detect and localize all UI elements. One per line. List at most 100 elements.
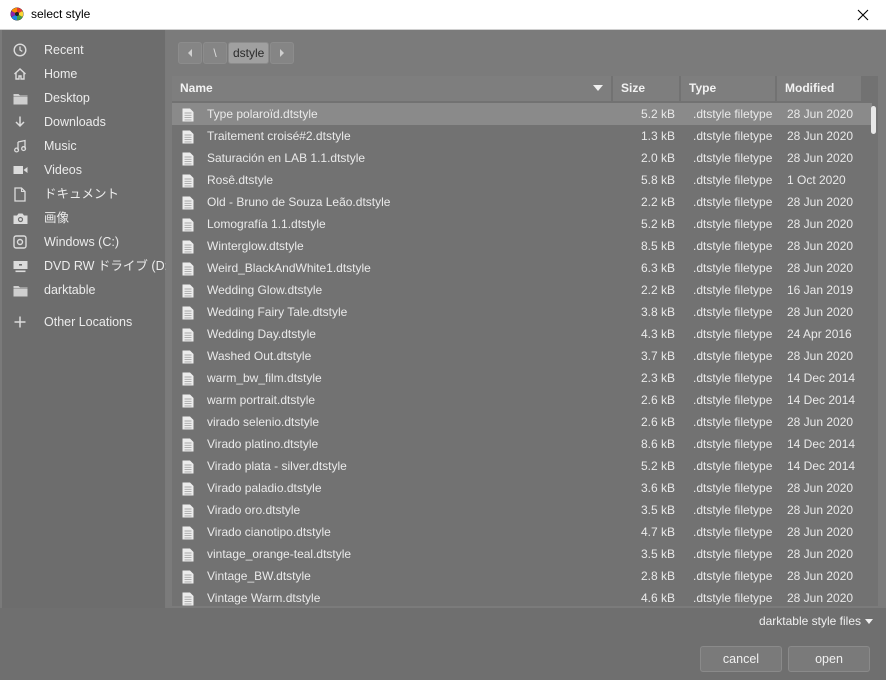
file-type-cell: .dtstyle filetype [693, 327, 773, 341]
chevron-left-icon [188, 49, 192, 57]
sidebar-item-darktable[interactable]: darktable [2, 278, 165, 302]
table-row[interactable]: Wedding Glow.dtstyle 2.2 kB .dtstyle filet… [172, 279, 872, 301]
sort-descending-icon [593, 85, 603, 91]
file-name-cell: warm_bw_film.dtstyle [172, 367, 613, 389]
file-modified-cell: 24 Apr 2016 [787, 327, 852, 341]
file-icon [182, 107, 194, 122]
file-name: Virado oro.dtstyle [207, 503, 301, 517]
sidebar-item-place-6[interactable]: ドキュメント [2, 182, 165, 206]
table-row[interactable]: Virado paladio.dtstyle 3.6 kB .dtstyle fil… [172, 477, 872, 499]
table-row[interactable]: vintage_orange-teal.dtstyle 3.5 kB .dtstyl… [172, 543, 872, 565]
table-row[interactable]: Virado cianotipo.dtstyle 4.7 kB .dtstyle f… [172, 521, 872, 543]
file-modified-cell: 28 Jun 2020 [787, 481, 854, 495]
file-icon [182, 283, 194, 298]
column-header-modified[interactable]: Modified [777, 76, 863, 101]
table-row[interactable]: warm portrait.dtstyle 2.6 kB .dtstyle file… [172, 389, 872, 411]
sidebar-item-downloads[interactable]: Downloads [2, 110, 165, 134]
file-icon [182, 305, 194, 320]
file-name-cell: Wedding Glow.dtstyle [172, 279, 613, 301]
table-row[interactable]: Virado oro.dtstyle 3.5 kB .dtstyle filetyp… [172, 499, 872, 521]
file-type-cell: .dtstyle filetype [693, 349, 773, 363]
sidebar-item-windows-c[interactable]: Windows (C:) [2, 230, 165, 254]
file-size-cell: 2.2 kB [640, 283, 675, 297]
table-row[interactable]: warm_bw_film.dtstyle 2.3 kB .dtstyle filet… [172, 367, 872, 389]
table-row[interactable]: Vintage Warm.dtstyle 4.6 kB .dtstyle filet… [172, 587, 872, 606]
file-name: Wedding Glow.dtstyle [207, 283, 323, 297]
sidebar-item-place-7[interactable]: 画像 [2, 206, 165, 230]
table-row[interactable]: Old - Bruno de Souza Leão.dtstyle 2.2 kB.… [172, 191, 872, 213]
file-modified-cell: 28 Jun 2020 [787, 525, 854, 539]
title-bar: select style [0, 0, 886, 30]
file-filter-dropdown[interactable]: darktable style files [759, 614, 873, 628]
sidebar-item-recent[interactable]: Recent [2, 38, 165, 62]
file-type-cell: .dtstyle filetype [693, 481, 773, 495]
path-forward-button[interactable] [270, 42, 295, 64]
sidebar-item-label: Music [44, 139, 77, 153]
file-size-cell: 2.3 kB [640, 371, 675, 385]
sidebar-item-label: ドキュメント [44, 187, 120, 201]
video-icon [12, 162, 28, 178]
table-row[interactable]: Traitement croisé#2.dtstyle 1.3 kB .dtstyl… [172, 125, 872, 147]
close-button[interactable] [840, 0, 886, 29]
table-row[interactable]: Rosê.dtstyle 5.8 kB .dtstyle filetype 1 Oct… [172, 169, 872, 191]
table-row[interactable]: Vintage_BW.dtstyle 2.8 kB .dtstyle filetyp… [172, 565, 872, 587]
sidebar-item-dvd-rw-d[interactable]: DVD RW ドライブ (D:) [2, 254, 172, 278]
sidebar-item-other-locations[interactable]: Other Locations [2, 310, 165, 334]
scrollbar-thumb[interactable] [871, 106, 876, 134]
file-name: Wedding Fairy Tale.dtstyle [207, 305, 348, 319]
file-modified-cell: 16 Jan 2019 [787, 283, 854, 297]
file-modified-cell: 28 Jun 2020 [787, 129, 854, 143]
table-row[interactable]: Saturación en LAB 1.1.dtstyle 2.0 kB .dtst… [172, 147, 872, 169]
sidebar-item-label: Other Locations [44, 315, 133, 329]
column-header-name[interactable]: Name [172, 76, 613, 101]
sidebar-item-desktop[interactable]: Desktop [2, 86, 165, 110]
file-modified-cell: 28 Jun 2020 [787, 151, 854, 165]
file-size-cell: 6.3 kB [640, 261, 675, 275]
file-type-cell: .dtstyle filetype [693, 261, 773, 275]
file-modified-cell: 14 Dec 2014 [787, 437, 856, 451]
sidebar-item-videos[interactable]: Videos [2, 158, 165, 182]
file-name-cell: Virado oro.dtstyle [172, 499, 613, 521]
file-type-cell: .dtstyle filetype [693, 239, 773, 253]
table-row[interactable]: Virado plata - silver.dtstyle 5.2 kB .dtst… [172, 455, 872, 477]
cancel-button[interactable]: cancel [700, 646, 782, 672]
clock-icon [12, 42, 28, 58]
sidebar-item-label: Desktop [44, 91, 90, 105]
sidebar-item-label: Home [44, 67, 78, 81]
path-back-button[interactable] [178, 42, 202, 64]
file-type-cell: .dtstyle filetype [693, 525, 773, 539]
sidebar-item-label: Recent [44, 43, 84, 57]
file-icon [182, 239, 194, 254]
file-name: Saturación en LAB 1.1.dtstyle [207, 151, 366, 165]
column-header-type[interactable]: Type [681, 76, 777, 101]
table-row[interactable]: virado selenio.dtstyle 2.6 kB .dtstyle fil… [172, 411, 872, 433]
open-button[interactable]: open [788, 646, 870, 672]
sidebar-item-label: darktable [44, 283, 96, 297]
file-name-cell: Virado paladio.dtstyle [172, 477, 613, 499]
file-icon [182, 459, 194, 474]
path-current-button[interactable]: dstyle [228, 42, 270, 64]
file-type-cell: .dtstyle filetype [693, 459, 773, 473]
table-row[interactable]: Weird_BlackAndWhite1.dtstyle 6.3 kB .dtsty… [172, 257, 872, 279]
table-row[interactable]: Type polaroïd.dtstyle 5.2 kB .dtstyle file… [172, 103, 872, 125]
sidebar-item-home[interactable]: Home [2, 62, 165, 86]
path-root-button[interactable]: \ [203, 42, 227, 64]
table-row[interactable]: Lomografía 1.1.dtstyle 5.2 kB .dtstyle fil… [172, 213, 872, 235]
file-icon [182, 129, 194, 144]
vertical-scrollbar[interactable] [870, 102, 878, 602]
column-header-size[interactable]: Size [613, 76, 681, 101]
table-row[interactable]: Wedding Fairy Tale.dtstyle 3.8 kB .dtstyle… [172, 301, 872, 323]
file-size-cell: 3.8 kB [640, 305, 675, 319]
sidebar-separator [2, 302, 165, 310]
file-icon [182, 173, 194, 188]
file-size-cell: 5.2 kB [640, 217, 675, 231]
file-name: warm_bw_film.dtstyle [207, 371, 322, 385]
table-row[interactable]: Wedding Day.dtstyle 4.3 kB .dtstyle filety… [172, 323, 872, 345]
table-row[interactable]: Virado platino.dtstyle 8.6 kB .dtstyle fil… [172, 433, 872, 455]
table-row[interactable]: Washed Out.dtstyle 3.7 kB .dtstyle filetyp… [172, 345, 872, 367]
table-row[interactable]: Winterglow.dtstyle 8.5 kB .dtstyle filetyp… [172, 235, 872, 257]
column-header-name-label: Name [180, 81, 213, 95]
file-size-cell: 3.7 kB [640, 349, 675, 363]
sidebar-item-music[interactable]: Music [2, 134, 165, 158]
file-name: Lomografía 1.1.dtstyle [207, 217, 326, 231]
